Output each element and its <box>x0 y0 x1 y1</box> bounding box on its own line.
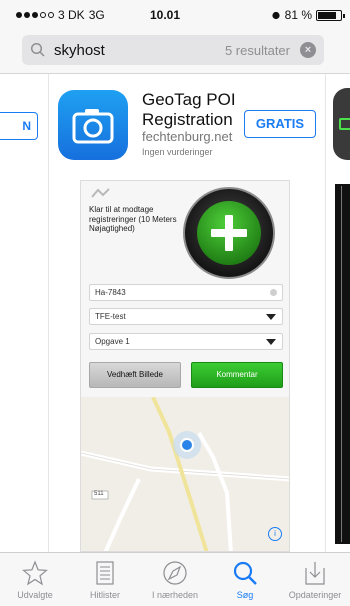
attach-image-button: Vedhæft Billede <box>89 362 181 388</box>
search-header: skyhost 5 resultater × <box>0 28 350 74</box>
battery-icon <box>316 9 345 21</box>
tab-top-charts[interactable]: Hitlister <box>70 559 140 600</box>
status-time: 10.01 <box>150 8 181 22</box>
add-registration-button <box>183 187 275 279</box>
app-developer: fechtenburg.net <box>142 129 233 144</box>
comment-button: Kommentar <box>191 362 283 388</box>
tab-label: Opdateringer <box>288 590 342 600</box>
app-rating: Ingen vurderinger <box>142 147 213 157</box>
get-app-button[interactable]: GRATIS <box>244 110 316 138</box>
result-divider <box>48 74 49 552</box>
signal-strength-icon <box>16 12 54 18</box>
result-divider <box>325 74 326 552</box>
carrier-info: 3 DK 3G <box>16 8 105 22</box>
tab-featured[interactable]: Udvalgte <box>0 559 70 600</box>
download-icon <box>305 562 325 585</box>
logo-icon <box>90 187 114 201</box>
tab-label: I nærheden <box>151 590 199 600</box>
list-icon <box>96 561 114 585</box>
battery-status: 81 % <box>271 8 345 22</box>
compass-icon <box>163 561 187 585</box>
app-title[interactable]: GeoTag POI Registration <box>142 90 252 130</box>
network-type: 3G <box>88 8 105 22</box>
tab-search[interactable]: Søg <box>210 559 280 600</box>
id-field: Ha-7843 <box>89 284 283 301</box>
search-icon <box>30 42 45 57</box>
next-result-screenshot-frame <box>341 186 350 542</box>
results-count: 5 resultater <box>224 43 290 58</box>
next-result-app-icon[interactable] <box>333 88 350 160</box>
info-icon: i <box>268 527 282 541</box>
map-view: 511 i <box>81 396 289 551</box>
alarm-icon <box>272 11 280 20</box>
tab-bar: Udvalgte Hitlister I nærheden Søg Opdate… <box>0 552 350 606</box>
project-select-value: TFE-test <box>95 312 126 321</box>
camera-icon <box>72 109 114 144</box>
app-icon[interactable] <box>58 90 128 160</box>
chevron-down-icon <box>266 314 276 320</box>
status-bar: 3 DK 3G 10.01 81 % <box>0 0 350 28</box>
road-number-label: 511 <box>94 491 104 497</box>
tab-near-me[interactable]: I nærheden <box>140 559 210 600</box>
id-field-value: Ha-7843 <box>95 288 126 297</box>
star-icon <box>22 560 48 586</box>
tab-label: Søg <box>236 590 254 600</box>
task-select-value: Opgave 1 <box>95 337 130 346</box>
carrier-name: 3 DK <box>58 8 85 22</box>
tab-updates[interactable]: Opdateringer <box>280 559 350 600</box>
chevron-down-icon <box>266 339 276 345</box>
previous-result-get-button[interactable]: N <box>0 112 38 140</box>
tab-label: Udvalgte <box>17 590 53 600</box>
tab-label: Hitlister <box>89 590 120 600</box>
search-icon <box>233 561 257 585</box>
map-roads <box>81 396 289 551</box>
task-select: Opgave 1 <box>89 333 283 350</box>
clear-field-icon <box>270 289 277 296</box>
status-note: Klar til at modtage registreringer (10 M… <box>89 205 177 233</box>
search-query: skyhost <box>54 42 105 59</box>
search-input[interactable]: skyhost 5 resultater × <box>22 35 324 65</box>
app-screenshot[interactable]: Klar til at modtage registreringer (10 M… <box>80 180 290 552</box>
clear-search-icon[interactable]: × <box>300 42 316 58</box>
search-results[interactable]: N GeoTag POI Registration fechtenburg.ne… <box>0 74 350 552</box>
project-select: TFE-test <box>89 308 283 325</box>
battery-percent: 81 % <box>284 8 312 22</box>
